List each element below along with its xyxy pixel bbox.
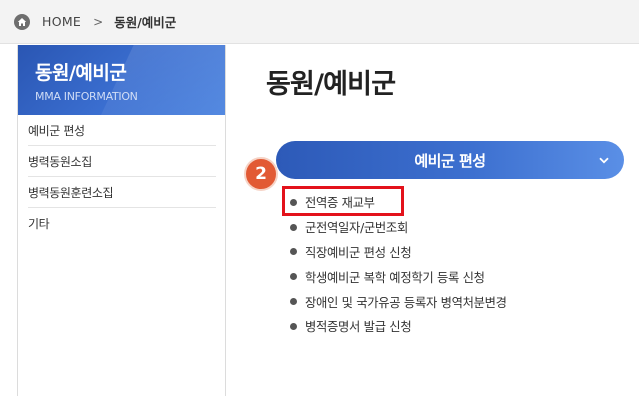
bullet-icon [290, 223, 297, 231]
bullet-icon [290, 198, 297, 206]
sidebar-item-mobilization-training[interactable]: 병력동원훈련소집 [28, 177, 216, 208]
sidebar: 동원/예비군 MMA INFORMATION 예비군 편성 병력동원소집 병력동… [17, 45, 226, 396]
breadcrumb: HOME > 동원/예비군 [0, 0, 639, 44]
sidebar-item-reserve-organization[interactable]: 예비군 편성 [28, 115, 216, 146]
link-label: 학생예비군 복학 예정학기 등록 신청 [305, 270, 485, 285]
bullet-icon [290, 322, 297, 330]
section-title: 예비군 편성 [414, 151, 486, 170]
breadcrumb-current[interactable]: 동원/예비군 [114, 12, 176, 31]
link-disability-status-change[interactable]: 장애인 및 국가유공 등록자 병역처분변경 [290, 289, 507, 314]
chevron-down-icon[interactable] [596, 152, 612, 168]
bullet-icon [290, 248, 297, 256]
bullet-icon [290, 298, 297, 306]
link-label: 군전역일자/군번조회 [305, 221, 408, 236]
page-title: 동원/예비군 [266, 69, 396, 100]
bullet-icon [290, 273, 297, 281]
link-student-reserve-registration[interactable]: 학생예비군 복학 예정학기 등록 신청 [290, 264, 507, 289]
sidebar-item-etc[interactable]: 기타 [28, 208, 216, 239]
sidebar-title: 동원/예비군 [35, 62, 127, 84]
link-label: 장애인 및 국가유공 등록자 병역처분변경 [305, 295, 507, 310]
sidebar-subtitle: MMA INFORMATION [35, 90, 138, 103]
step-number-badge: 2 [244, 157, 278, 191]
link-workplace-reserve-application[interactable]: 직장예비군 편성 신청 [290, 240, 507, 265]
sidebar-item-mobilization-call[interactable]: 병력동원소집 [28, 146, 216, 177]
link-label: 직장예비군 편성 신청 [305, 245, 412, 260]
breadcrumb-separator-icon: > [93, 14, 104, 29]
link-label: 전역증 재교부 [305, 196, 375, 211]
home-icon[interactable] [14, 13, 30, 30]
link-label: 병적증명서 발급 신청 [305, 320, 412, 335]
section-accordion-header[interactable]: 예비군 편성 [276, 141, 624, 179]
link-military-certificate-issue[interactable]: 병적증명서 발급 신청 [290, 314, 507, 339]
service-link-list: 전역증 재교부 군전역일자/군번조회 직장예비군 편성 신청 학생예비군 복학 … [290, 190, 507, 339]
link-discharge-date-lookup[interactable]: 군전역일자/군번조회 [290, 215, 507, 240]
sidebar-header: 동원/예비군 MMA INFORMATION [18, 45, 225, 115]
sidebar-menu: 예비군 편성 병력동원소집 병력동원훈련소집 기타 [18, 115, 225, 239]
breadcrumb-home-link[interactable]: HOME [42, 14, 81, 29]
link-discharge-certificate-reissue[interactable]: 전역증 재교부 [290, 190, 507, 215]
